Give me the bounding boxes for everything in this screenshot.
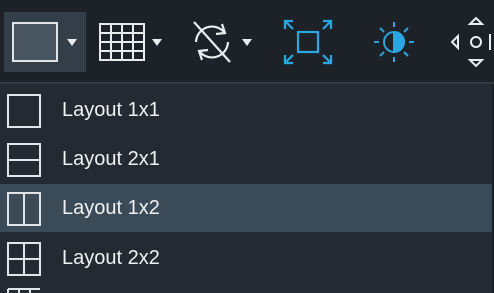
layout-dropdown-button[interactable]: [4, 12, 86, 72]
fit-to-screen-button[interactable]: [276, 12, 340, 72]
layout-1x1-icon: [7, 94, 41, 128]
sync-dropdown-button[interactable]: [182, 12, 262, 72]
menu-item-label: Layout 1x2: [62, 197, 160, 219]
menu-item-layout-2x1[interactable]: Layout 2x1: [0, 135, 494, 183]
layout-dropdown-menu: Layout 1x1 Layout 2x1 Layout 1x2 Layout …: [0, 84, 494, 293]
pan-arrows-icon: [450, 16, 491, 68]
grid-icon: [99, 23, 145, 61]
sync-off-icon: [193, 21, 231, 63]
menu-item-label: Layout 1x1: [62, 99, 160, 121]
layout-square-icon: [12, 22, 58, 62]
menu-item-label: Layout 2x2: [62, 247, 160, 269]
chevron-down-icon: [152, 39, 162, 46]
menu-item-layout-2x2[interactable]: Layout 2x2: [0, 234, 494, 282]
chevron-down-icon: [67, 39, 77, 46]
layout-grid-partial-icon: [7, 288, 40, 293]
brightness-contrast-button[interactable]: [362, 12, 426, 72]
layout-2x1-icon: [7, 143, 41, 177]
contrast-icon: [374, 22, 414, 62]
grid-dropdown-button[interactable]: [94, 12, 172, 72]
fit-screen-icon: [283, 19, 333, 65]
menu-item-label: Layout 2x1: [62, 148, 160, 170]
menu-item-layout-1x2[interactable]: Layout 1x2: [0, 184, 494, 232]
layout-2x2-icon: [7, 242, 41, 276]
pan-button[interactable]: [446, 12, 494, 72]
chevron-down-icon: [242, 39, 252, 46]
layout-1x2-icon: [7, 192, 41, 226]
menu-item-layout-1x1[interactable]: Layout 1x1: [0, 86, 494, 134]
viewer-toolbar: [0, 0, 494, 84]
